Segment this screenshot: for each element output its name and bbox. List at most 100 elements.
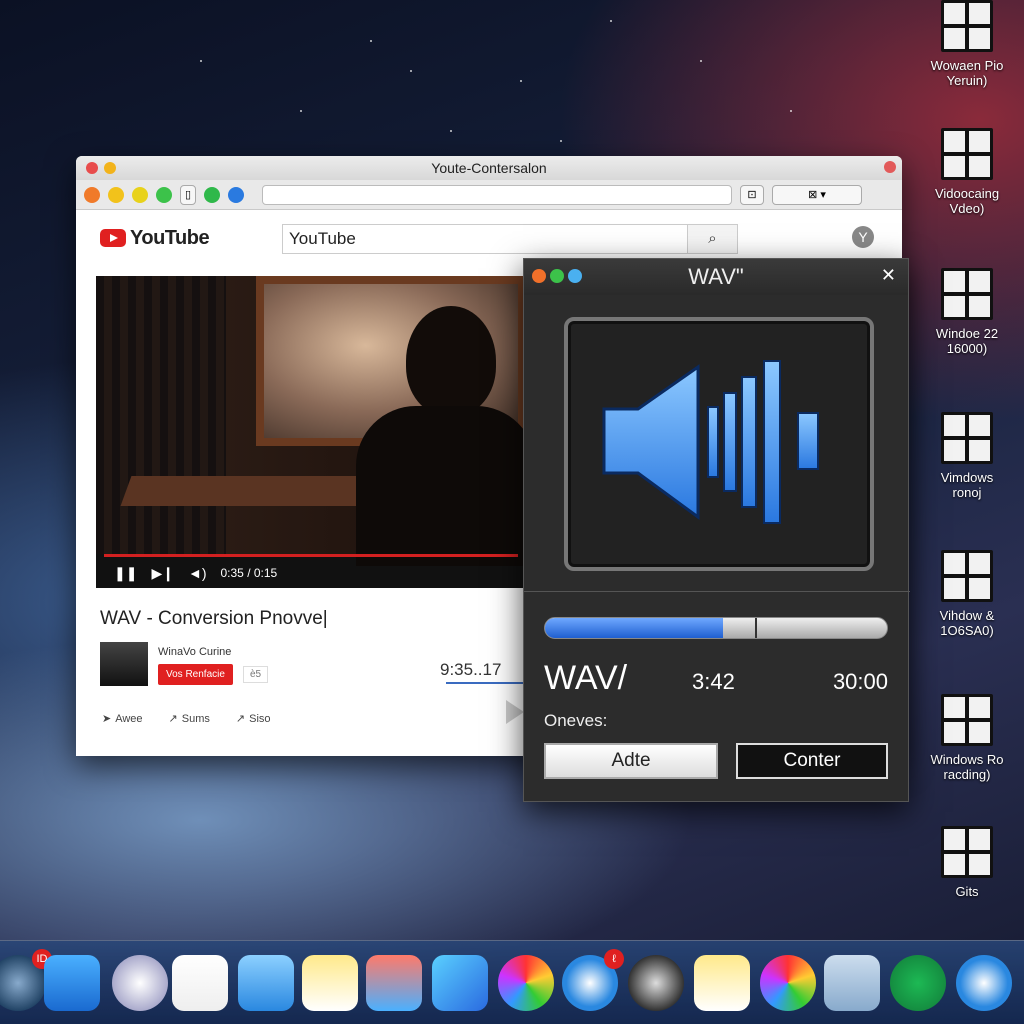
desktop-icon-sublabel: Yeruin) (946, 73, 988, 88)
window-close-icon[interactable] (884, 161, 896, 173)
extensions-button[interactable]: ⊠ ▾ (772, 184, 862, 205)
subscribe-button[interactable]: Vos Renfacie (158, 664, 233, 685)
share-arrow-icon: ↗ (235, 713, 246, 725)
channel-avatar[interactable] (100, 642, 148, 686)
share-button[interactable]: ↗ Siso (235, 712, 271, 726)
video-title: WAV - Conversion Pnovve| (100, 608, 328, 629)
options-label: Oneves: (544, 711, 608, 730)
desktop-icon-2[interactable]: Vidoocaing Vdeo) (912, 128, 1022, 216)
speaker-artwork (564, 317, 874, 571)
close-button[interactable] (86, 162, 98, 174)
avatar[interactable]: Y (852, 226, 874, 248)
arrow-icon: ↗ (168, 713, 178, 725)
toolbar-button-5[interactable] (204, 186, 220, 203)
video-actions: ➤ Awee ↗ Sums ↗ Siso (102, 712, 271, 726)
desktop-icon-label: Windoe 22 (935, 326, 999, 341)
stickies-icon[interactable] (694, 955, 750, 1011)
photos-icon[interactable] (498, 955, 554, 1011)
conter-button[interactable]: Conter (736, 743, 888, 779)
toolbar-button-6[interactable] (228, 186, 244, 203)
desktop-icon-label: Vimdows (940, 470, 994, 485)
channel-name[interactable]: WinaVo Curine (158, 646, 268, 658)
mail-icon[interactable] (44, 955, 100, 1011)
youtube-logo[interactable]: YouTube (100, 226, 210, 250)
desktop-icon-4[interactable]: Vimdows ronoj (912, 412, 1022, 500)
desktop-icon-label: Vihdow & (939, 608, 995, 623)
windows-icon (941, 550, 993, 602)
desktop-icon-sublabel: 16000) (946, 341, 988, 356)
player-time: 0:35 / 0:15 (220, 566, 278, 580)
safari-icon[interactable]: ℓ (562, 949, 624, 1011)
spotify-icon[interactable] (890, 955, 946, 1011)
pause-icon[interactable]: ❚❚ (114, 565, 137, 582)
format-label: WAV/ (544, 659, 628, 697)
slider-fill (545, 618, 723, 638)
desktop-icon-sublabel: ronoj (952, 485, 982, 500)
minimize-button[interactable] (104, 162, 116, 174)
video-player[interactable]: ❚❚ ▶❙ ◄) 0:35 / 0:15 (96, 276, 526, 588)
video-progress-bar[interactable] (104, 554, 518, 557)
conversion-progress-slider[interactable] (544, 617, 888, 639)
adte-button[interactable]: Adte (544, 743, 718, 779)
windows-icon (941, 268, 993, 320)
windows-icon (941, 0, 993, 52)
toolbar-button-4[interactable] (156, 186, 172, 203)
dock-badge: ℓ (604, 949, 624, 969)
window-title: Youte-Contersalon (431, 160, 547, 176)
toolbar-button-3[interactable] (132, 186, 148, 203)
windows-icon (941, 694, 993, 746)
launchpad-icon[interactable] (628, 955, 684, 1011)
timecode: 9:35..17 (440, 660, 502, 679)
desktop-icon-label: Vidoocaing (934, 186, 1000, 201)
timecode-underline (446, 682, 526, 684)
wav-min-dot[interactable] (568, 269, 582, 283)
share-icon[interactable]: ⊡ (740, 184, 764, 205)
youtube-logo-text: YouTube (130, 226, 210, 249)
close-icon[interactable]: ✕ (881, 265, 896, 286)
address-bar[interactable] (262, 184, 732, 205)
photos-icon-2[interactable] (760, 955, 816, 1011)
sidebar-toggle-icon[interactable]: ▯ (180, 184, 196, 205)
siri-icon[interactable] (112, 955, 168, 1011)
thumb-icon: ➤ (102, 713, 112, 725)
search-icon[interactable]: ⌕ (687, 225, 737, 253)
desktop-icon-7[interactable]: Gits (912, 826, 1022, 899)
preview-icon[interactable] (238, 955, 294, 1011)
play-icon[interactable] (506, 700, 524, 724)
toolbar-button-2[interactable] (108, 186, 124, 203)
subscriber-count: ѐ5 (242, 666, 269, 683)
desktop-icon-6[interactable]: Windows Ro racding) (912, 694, 1022, 782)
desktop-icon-label: Gits (955, 884, 979, 899)
sums-button[interactable]: ↗ Sums (168, 712, 210, 726)
volume-icon[interactable]: ◄) (188, 565, 207, 581)
wav-close-dot[interactable] (532, 269, 546, 283)
desktop-icon-sublabel: Vdeo) (949, 201, 985, 216)
speaker-icon (602, 360, 819, 524)
search-input[interactable] (283, 225, 687, 253)
dock: ID ℓ (0, 940, 1024, 1024)
video-frame (96, 276, 526, 566)
toolbar-button-1[interactable] (84, 186, 100, 203)
maps-icon[interactable] (432, 955, 488, 1011)
player-controls: ❚❚ ▶❙ ◄) 0:35 / 0:15 (96, 558, 526, 588)
wav-titlebar: WAV" ✕ (524, 259, 908, 295)
notes-icon[interactable] (302, 955, 358, 1011)
music-icon[interactable] (172, 955, 228, 1011)
finder-doc-icon[interactable] (824, 955, 880, 1011)
dock-eye-icon[interactable]: ID (0, 949, 52, 1011)
photos-app-icon[interactable] (366, 955, 422, 1011)
windows-icon (941, 128, 993, 180)
slider-handle[interactable] (755, 618, 758, 638)
desktop-icon-3[interactable]: Windoe 22 16000) (912, 268, 1022, 356)
safari-icon-2[interactable] (956, 955, 1012, 1011)
wav-zoom-dot[interactable] (550, 269, 564, 283)
browser-titlebar: Youte-Contersalon (76, 156, 902, 180)
windows-icon (941, 412, 993, 464)
search-box: ⌕ (282, 224, 738, 254)
next-icon[interactable]: ▶❙ (151, 565, 174, 582)
like-button[interactable]: ➤ Awee (102, 712, 143, 726)
panel-divider (524, 591, 910, 592)
desktop-icon-1[interactable]: Wowaen Pio Yeruin) (912, 0, 1022, 88)
channel-info: WinaVo Curine Vos Renfacie ѐ5 (100, 642, 269, 686)
desktop-icon-5[interactable]: Vihdow & 1O6SA0) (912, 550, 1022, 638)
